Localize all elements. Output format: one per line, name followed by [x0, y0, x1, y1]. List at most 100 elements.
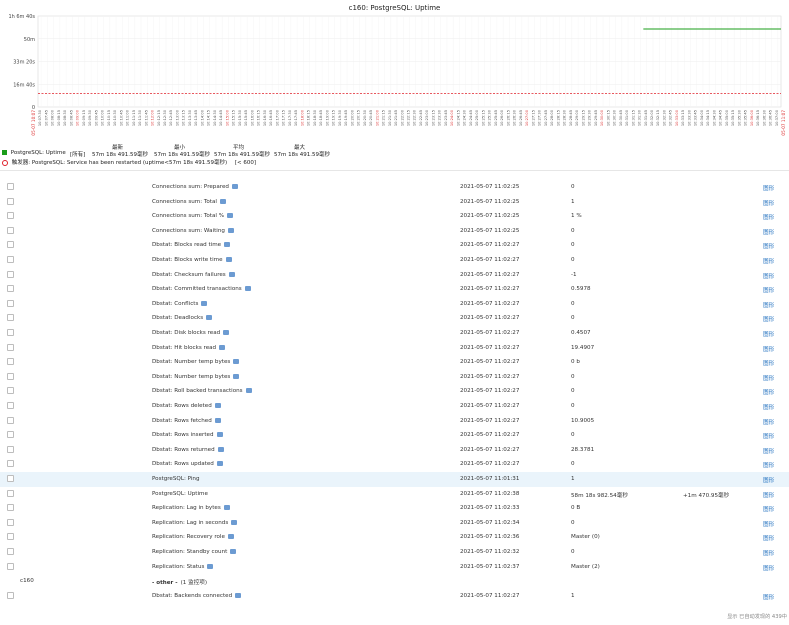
row-checkbox[interactable]	[7, 212, 14, 220]
row-checkbox[interactable]	[7, 402, 14, 409]
group-header-row: c160 - other - (1 监控项)	[0, 574, 789, 590]
graph-link[interactable]: 图形	[763, 447, 774, 455]
row-checkbox[interactable]	[7, 475, 14, 482]
last-check-time: 2021-05-07 11:02:36	[460, 534, 520, 541]
row-checkbox[interactable]	[7, 183, 14, 190]
graph-link[interactable]: 图形	[763, 388, 774, 396]
graph-link[interactable]: 图形	[763, 184, 774, 192]
graph-link[interactable]: 图形	[763, 242, 774, 250]
table-row: Dbstat: Roll backed transactions 2021-05-…	[0, 384, 789, 399]
chart-title: c160: PostgreSQL: Uptime	[349, 4, 441, 12]
row-checkbox[interactable]	[7, 431, 14, 439]
row-checkbox[interactable]	[7, 416, 14, 424]
table-row: Dbstat: Committed transactions 2021-05-07…	[0, 282, 789, 297]
graph-link[interactable]: 图形	[763, 272, 774, 280]
row-checkbox[interactable]	[7, 592, 14, 600]
graph-link[interactable]: 图形	[763, 330, 774, 338]
table-row: Dbstat: Blocks write time 2021-05-07 11:0…	[0, 253, 789, 268]
row-checkbox[interactable]	[7, 372, 14, 380]
legend-avg: 57m 18s 491.59毫秒	[214, 152, 270, 158]
x-tick-label: 10:15:00	[225, 109, 229, 126]
x-tick-label: 10:18:30	[313, 109, 317, 126]
x-tick-label: 10:36:30	[762, 109, 766, 126]
y-tick-label: 50m	[24, 37, 35, 43]
table-row: Dbstat: Rows inserted 2021-05-07 11:02:27…	[0, 428, 789, 443]
x-tick-label: 10:13:30	[188, 109, 192, 126]
graph-link[interactable]: 图形	[763, 549, 774, 557]
graph-link[interactable]: 图形	[763, 476, 774, 484]
row-checkbox[interactable]	[7, 518, 14, 526]
row-checkbox[interactable]	[7, 197, 14, 205]
x-tick-label: 10:34:45	[719, 110, 723, 126]
graph-link[interactable]: 图形	[763, 286, 774, 294]
item-name-text: Dbstat: Rows deleted	[152, 403, 212, 409]
row-checkbox[interactable]	[7, 329, 14, 336]
row-checkbox[interactable]	[7, 460, 14, 468]
graph-link[interactable]: 图形	[763, 301, 774, 309]
x-tick-label: 10:07:30	[38, 109, 42, 126]
row-checkbox[interactable]	[7, 387, 14, 395]
row-checkbox[interactable]	[7, 445, 14, 453]
graph-link[interactable]: 图形	[763, 418, 774, 426]
row-checkbox[interactable]	[7, 562, 14, 570]
item-name-text: Dbstat: Deadlocks	[152, 315, 204, 322]
row-checkbox[interactable]	[7, 285, 14, 293]
graph-link[interactable]: 图形	[763, 359, 774, 367]
x-tick-label: 10:28:45	[569, 110, 573, 126]
graph-link[interactable]: 图形	[763, 593, 774, 601]
row-checkbox[interactable]	[7, 226, 14, 234]
table-row: Replication: Status 2021-05-07 11:02:37 Ma…	[0, 560, 789, 575]
x-tick-label: 10:20:30	[363, 109, 367, 126]
row-checkbox[interactable]	[7, 358, 14, 366]
graph-link[interactable]: 图形	[763, 315, 774, 323]
graph-link[interactable]: 图形	[763, 403, 774, 411]
graph-link[interactable]: 图形	[763, 432, 774, 440]
x-tick-label: 10:32:15	[656, 110, 660, 126]
graph-link[interactable]: 图形	[763, 257, 774, 265]
last-check-time: 2021-05-07 11:02:25	[460, 227, 520, 234]
x-tick-label: 10:08:00	[51, 109, 55, 126]
graph-link[interactable]: 图形	[763, 505, 774, 513]
row-checkbox[interactable]	[7, 314, 14, 322]
flag-icon	[225, 257, 232, 262]
x-tick-label: 10:28:15	[556, 110, 560, 126]
row-checkbox[interactable]	[7, 533, 14, 541]
row-checkbox[interactable]	[7, 343, 14, 351]
flag-icon	[235, 593, 242, 599]
graph-link[interactable]: 图形	[763, 345, 774, 353]
item-name: Dbstat: Rows returned	[152, 446, 224, 453]
x-tick-label: 10:22:30	[413, 109, 417, 126]
graph-link[interactable]: 图形	[763, 534, 774, 542]
table-row: Dbstat: Deadlocks 2021-05-07 11:02:27 0 图形	[0, 311, 789, 326]
table-row: Connections sum: Total % 2021-05-07 11:02…	[0, 209, 789, 224]
row-checkbox[interactable]	[7, 489, 14, 497]
last-check-time: 2021-05-07 11:02:27	[460, 373, 520, 380]
graph-link[interactable]: 图形	[763, 228, 774, 236]
table-row: Dbstat: Rows returned 2021-05-07 11:02:27…	[0, 443, 789, 458]
y-tick-label: 16m 40s	[13, 82, 35, 88]
x-tick-label: 10:24:15	[456, 110, 460, 126]
row-checkbox[interactable]	[7, 504, 14, 512]
graph-link[interactable]: 图形	[763, 199, 774, 207]
row-checkbox[interactable]	[7, 241, 14, 249]
row-checkbox[interactable]	[7, 299, 14, 307]
row-checkbox[interactable]	[7, 256, 14, 263]
x-tick-label: 10:30:00	[600, 109, 604, 126]
row-checkbox[interactable]	[7, 270, 14, 278]
graph-link[interactable]: 图形	[763, 213, 774, 221]
x-tick-label: 10:19:00	[325, 109, 329, 126]
row-checkbox[interactable]	[7, 548, 14, 555]
graph-link[interactable]: 图形	[763, 564, 774, 572]
last-value: 0 B	[571, 505, 581, 512]
graph-link[interactable]: 图形	[763, 374, 774, 382]
graph-link[interactable]: 图形	[763, 461, 774, 469]
graph-link[interactable]: 图形	[763, 491, 774, 499]
x-tick-label: 10:15:15	[232, 110, 236, 126]
x-tick-label: 10:29:30	[588, 109, 592, 126]
item-name: Dbstat: Rows fetched	[152, 417, 221, 424]
x-tick-label: 10:26:45	[519, 110, 523, 126]
x-tick-label: 10:36:15	[756, 110, 760, 126]
x-tick-label: 10:30:45	[619, 110, 623, 126]
graph-link[interactable]: 图形	[763, 520, 774, 528]
item-name: Dbstat: Blocks write time	[152, 257, 232, 263]
